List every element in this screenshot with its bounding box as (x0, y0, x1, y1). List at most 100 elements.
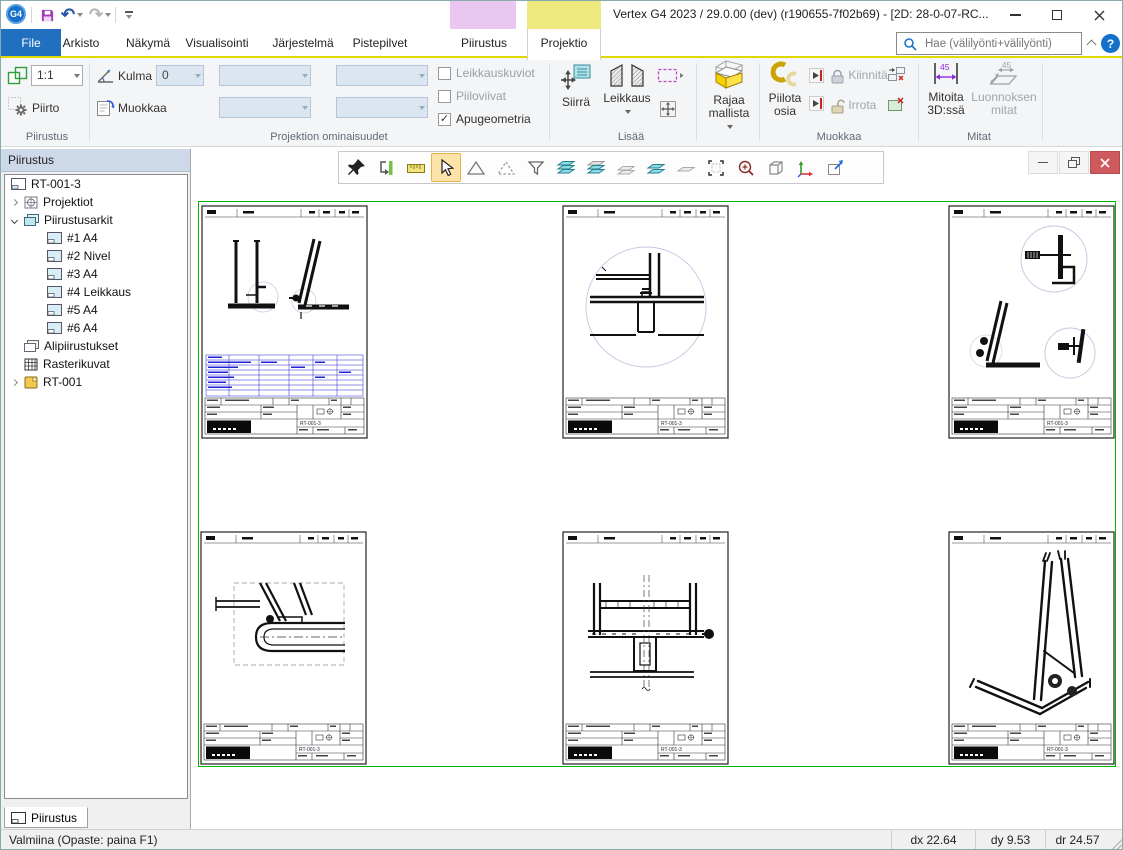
projection-combo-2[interactable] (219, 97, 311, 118)
mdi-close-button[interactable] (1090, 151, 1120, 174)
tree-item-sheet-6[interactable]: #6 A4 (5, 319, 187, 337)
customize-quick-access-button[interactable] (120, 4, 138, 26)
siirra-button[interactable]: Siirrä (553, 62, 599, 109)
select-cursor-icon[interactable] (431, 153, 461, 182)
chevron-right-icon[interactable] (11, 378, 18, 385)
checkbox-leikkauskuviot[interactable]: Leikkauskuviot (438, 66, 535, 80)
checkbox-apugeometria[interactable]: ✓Apugeometria (438, 112, 531, 126)
layers-flat-icon[interactable] (611, 153, 641, 182)
kiinnita-button[interactable]: Kiinnitä (829, 68, 888, 84)
svg-text:45: 45 (940, 62, 950, 72)
group-label-lisaa: Lisää (601, 131, 661, 145)
minimize-button[interactable] (994, 1, 1036, 29)
drawing-sheet-4[interactable] (200, 531, 367, 765)
luonnoksen-mitat-button[interactable]: 45 Luonnoksen mitat (969, 60, 1039, 117)
tree-item-sheet-5[interactable]: #5 A4 (5, 301, 187, 319)
tab-jarjestelma[interactable]: Järjestelmä (265, 29, 341, 58)
projection-combo-4[interactable] (336, 97, 428, 118)
app-logo-icon[interactable]: G4 (6, 4, 26, 24)
redo-button[interactable]: ↷ (87, 4, 113, 26)
filter-icon[interactable] (521, 153, 551, 182)
flip-direction-icon[interactable] (371, 153, 401, 182)
kulma-combo[interactable]: 0 (156, 65, 204, 86)
tree-item-rasterikuvat[interactable]: Rasterikuvat (5, 355, 187, 373)
tree-item-sheet-1[interactable]: #1 A4 (5, 229, 187, 247)
search-input[interactable] (923, 37, 1073, 51)
pin-icon[interactable] (341, 153, 371, 182)
arrow-to-bar-icon (809, 68, 824, 83)
tree-item-sheet-4[interactable]: #4 Leikkaus (5, 283, 187, 301)
tree-item-alipiirustukset[interactable]: Alipiirustukset (5, 337, 187, 355)
search-icon (903, 37, 917, 51)
detach-window-icon (887, 96, 906, 113)
tree-item-projektiot[interactable]: Projektiot (5, 193, 187, 211)
group-divider (89, 63, 90, 141)
drawing-sheet-6[interactable] (948, 531, 1115, 765)
irrota-button[interactable]: Irrota (829, 98, 876, 114)
triangle-dashed-icon[interactable] (491, 153, 521, 182)
shift-left-button[interactable] (809, 68, 824, 86)
box-icon[interactable] (761, 153, 791, 182)
muokkaa-properties-button[interactable]: Muokkaa (118, 101, 167, 115)
mdi-restore-button[interactable] (1059, 151, 1089, 174)
panel-bottom-tab-piirustus[interactable]: Piirustus (4, 807, 88, 828)
move-section-button[interactable] (659, 100, 677, 121)
drawing-canvas[interactable] (191, 149, 1123, 829)
tree-item-sheet-3[interactable]: #3 A4 (5, 265, 187, 283)
tab-visualisointi[interactable]: Visualisointi (179, 29, 255, 58)
mitoita-3d-button[interactable]: 45 Mitoita 3D:ssä (921, 60, 971, 117)
checkbox-piiloviivat[interactable]: Piiloviivat (438, 89, 506, 103)
raster-icon (24, 358, 38, 371)
tree-item-rt-001[interactable]: RT-001 (5, 373, 187, 391)
triangle-icon[interactable] (461, 153, 491, 182)
rajaa-mallista-button[interactable]: Rajaa mallista (701, 60, 757, 133)
shift-right-button[interactable] (809, 96, 824, 114)
unlock-icon (829, 98, 845, 114)
tree-item-rt-001-3[interactable]: RT-001-3 (5, 175, 187, 193)
tab-arkisto[interactable]: Arkisto (53, 29, 109, 58)
detach-view-button[interactable] (887, 96, 906, 116)
drawing-sheet-2[interactable] (562, 205, 729, 439)
save-button[interactable] (37, 4, 57, 26)
chevron-right-icon[interactable] (11, 198, 18, 205)
tree-label: RT-001 (43, 375, 82, 389)
tab-file[interactable]: File (1, 29, 61, 58)
drawing-sheet-1[interactable] (201, 205, 368, 439)
piirto-button[interactable]: Piirto (32, 101, 59, 115)
layer-single-icon[interactable] (671, 153, 701, 182)
projection-combo-3[interactable] (336, 65, 428, 86)
tab-projektio[interactable]: Projektio (527, 29, 601, 60)
tree-item-piirustusarkit[interactable]: Piirustusarkit (5, 211, 187, 229)
drawing-sheet-3[interactable] (948, 205, 1115, 439)
search-box[interactable] (896, 32, 1082, 55)
tab-nakyma[interactable]: Näkymä (116, 29, 180, 58)
piilota-osia-button[interactable]: Piilota osia (763, 60, 807, 118)
mdi-minimize-button[interactable] (1028, 151, 1058, 174)
drawing-sheet-5[interactable] (562, 531, 729, 765)
projection-combo-1[interactable] (219, 65, 311, 86)
clip-boundary-button[interactable] (657, 68, 685, 87)
layers-mixed-icon[interactable] (581, 153, 611, 182)
layers-all-icon[interactable] (551, 153, 581, 182)
attach-view-button[interactable] (887, 66, 906, 86)
tab-piirustus[interactable]: Piirustus (451, 29, 517, 58)
layers-two-icon[interactable] (641, 153, 671, 182)
measure-ruler-icon[interactable] (401, 153, 431, 182)
zoom-in-icon[interactable] (731, 153, 761, 182)
attach-window-icon (887, 66, 906, 83)
fit-view-icon[interactable] (821, 153, 851, 182)
select-area-icon[interactable] (701, 153, 731, 182)
help-button[interactable]: ? (1101, 34, 1120, 53)
resize-grip[interactable] (1112, 839, 1122, 849)
undo-button[interactable]: ↶ (59, 4, 85, 26)
checkbox-label: Apugeometria (456, 112, 531, 126)
tree-item-sheet-2[interactable]: #2 Nivel (5, 247, 187, 265)
chevron-down-icon[interactable] (11, 216, 18, 223)
close-button[interactable] (1078, 1, 1120, 29)
axes-icon[interactable] (791, 153, 821, 182)
scale-combo[interactable]: 1:1 (31, 65, 83, 86)
tab-pistepilvet[interactable]: Pistepilvet (342, 29, 418, 58)
maximize-button[interactable] (1036, 1, 1078, 29)
leikkaus-button[interactable]: Leikkaus (599, 62, 655, 118)
chevron-down-icon (105, 13, 111, 17)
